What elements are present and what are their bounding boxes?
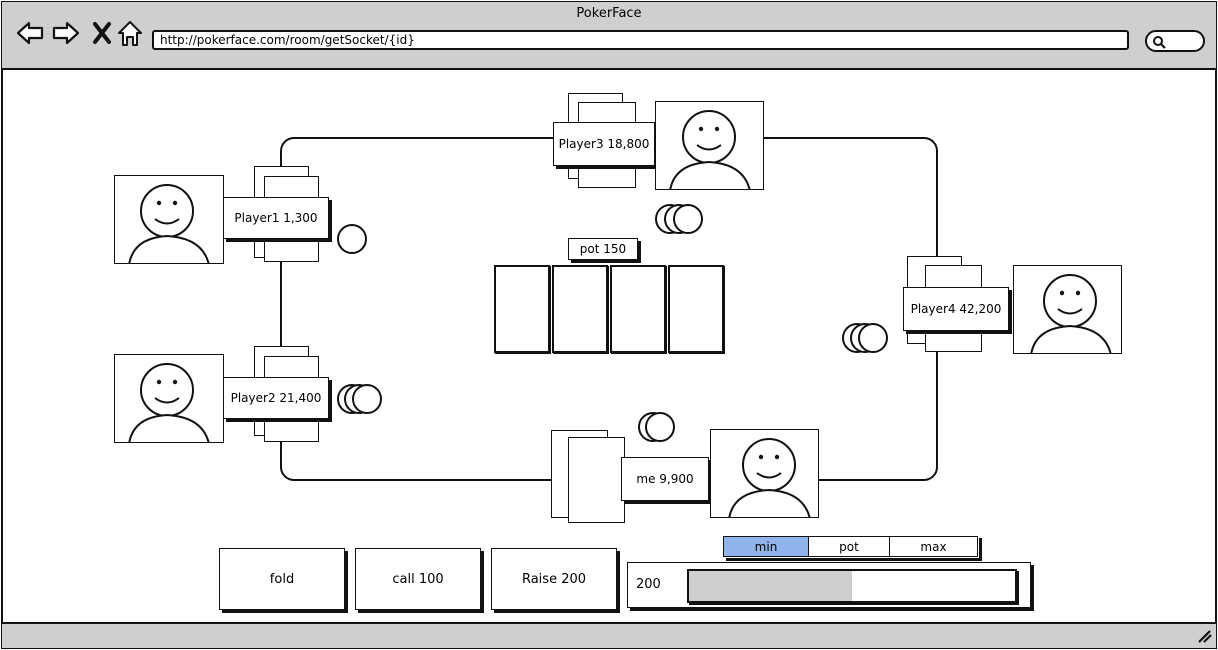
my-avatar (710, 429, 819, 518)
player1-avatar (114, 175, 224, 264)
close-icon[interactable] (87, 18, 117, 48)
player1-chip (337, 224, 367, 254)
fold-button[interactable]: fold (219, 548, 345, 610)
call-button[interactable]: call 100 (355, 548, 481, 610)
player3-label: Player3 18,800 (553, 122, 655, 166)
raise-button[interactable]: Raise 200 (491, 548, 617, 610)
preset-max-button[interactable]: max (889, 536, 978, 557)
search-icon (1153, 36, 1166, 49)
player3-chip (673, 204, 703, 234)
player4-avatar (1013, 265, 1122, 354)
raise-slider-fill (689, 571, 852, 601)
my-card-front (568, 437, 625, 523)
board-card (494, 265, 550, 353)
forward-icon[interactable] (51, 18, 81, 48)
board-card (552, 265, 608, 353)
player2-chip (352, 384, 382, 414)
status-bar (2, 622, 1216, 648)
home-icon[interactable] (115, 18, 145, 48)
address-bar[interactable]: http://pokerface.com/room/getSocket/{id} (152, 30, 1129, 50)
board-card (668, 265, 724, 353)
smiley-face-icon (728, 438, 811, 517)
player2-label: Player2 21,400 (223, 377, 329, 419)
smiley-face-icon (128, 184, 210, 263)
raise-slider[interactable] (687, 569, 1017, 603)
search-box[interactable] (1145, 30, 1205, 52)
smiley-face-icon (669, 110, 751, 189)
player2-avatar (114, 354, 224, 443)
pot-label: pot 150 (568, 238, 638, 260)
player4-chip (858, 323, 888, 353)
player1-label: Player1 1,300 (223, 197, 329, 239)
player4-label: Player4 42,200 (903, 287, 1009, 331)
player3-avatar (655, 101, 764, 190)
preset-pot-button[interactable]: pot (808, 536, 890, 557)
board-card (610, 265, 666, 353)
smiley-face-icon (128, 363, 210, 442)
preset-min-button[interactable]: min (723, 536, 809, 557)
my-chip (645, 412, 675, 442)
smiley-face-icon (1030, 274, 1112, 353)
back-icon[interactable] (15, 18, 45, 48)
raise-amount-value[interactable]: 200 (636, 577, 661, 592)
my-label: me 9,900 (621, 457, 709, 501)
resize-grip-icon[interactable] (1196, 629, 1212, 643)
poker-table (280, 137, 938, 481)
window-title: PokerFace (576, 6, 642, 21)
